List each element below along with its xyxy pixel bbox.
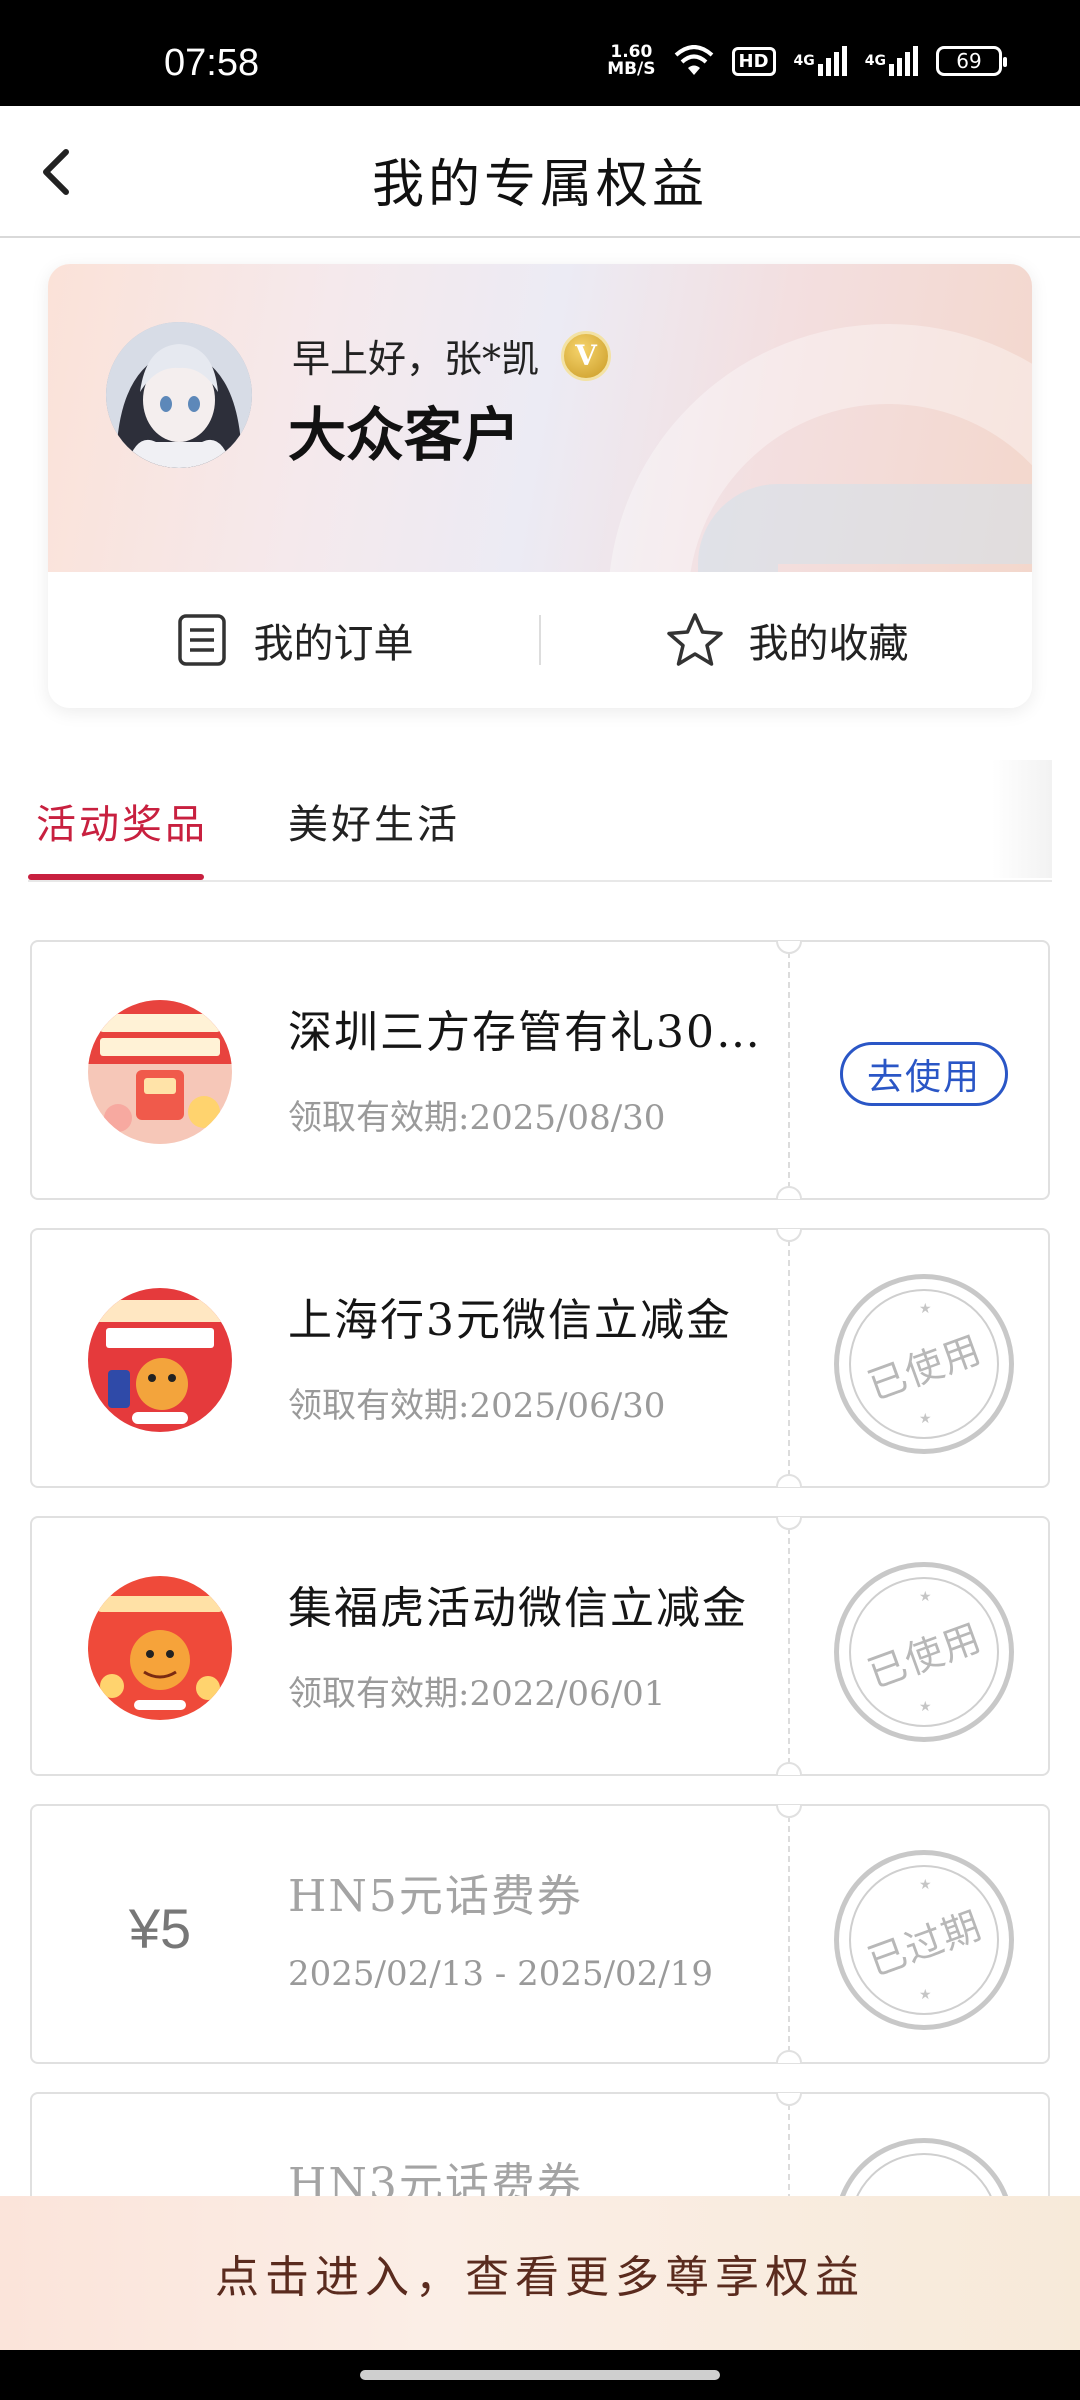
expired-stamp: ★ ★ 已过期 xyxy=(834,1850,1014,2030)
star-icon: ★ xyxy=(919,1301,932,1317)
customer-level: 大众客户 xyxy=(288,401,521,469)
perforation xyxy=(788,1230,790,1486)
network-type-2: 4G xyxy=(864,53,886,69)
coupon-valid-date: 领取有效期:2022/06/01 xyxy=(288,1674,666,1714)
use-coupon-button[interactable]: 去使用 xyxy=(840,1042,1008,1106)
tabs-divider xyxy=(28,880,1052,882)
decor-arc xyxy=(698,484,1032,572)
perforation xyxy=(788,1518,790,1774)
avatar[interactable] xyxy=(106,322,252,468)
signal-icon-1: 4G xyxy=(794,45,847,77)
coupon-amount: ¥5 xyxy=(128,1897,192,1960)
greeting-text: 早上好，张*凯 xyxy=(292,337,540,381)
coupon-valid-date: 领取有效期:2025/08/30 xyxy=(288,1098,666,1138)
notch xyxy=(776,1186,802,1199)
coupon-name: HN5元话费券 xyxy=(288,1871,583,1922)
network-speed: 1.60 MB/S xyxy=(607,44,655,78)
notch xyxy=(776,941,802,954)
order-list-icon xyxy=(177,614,226,666)
my-favorites-label: 我的收藏 xyxy=(748,621,909,667)
notch xyxy=(776,2050,802,2063)
perforation xyxy=(788,942,790,1198)
notch xyxy=(776,2093,802,2106)
signal-icon-2: 4G xyxy=(865,45,918,77)
used-stamp-text: 已使用 xyxy=(862,1614,988,1696)
used-stamp: ★ ★ 已使用 xyxy=(834,1562,1014,1742)
coupon-thumbnail xyxy=(88,1576,232,1720)
coupon-card[interactable]: 集福虎活动微信立减金 领取有效期:2022/06/01 ★ ★ 已使用 xyxy=(30,1516,1050,1776)
vip-badge-icon: V xyxy=(561,330,612,381)
stamp-ring: ★ ★ 已使用 xyxy=(849,1289,999,1439)
hd-icon: HD xyxy=(731,46,776,76)
coupon-valid-date: 2025/02/13 - 2025/02/19 xyxy=(288,1954,714,1994)
star-icon: ★ xyxy=(919,1411,932,1427)
star-icon: ★ xyxy=(919,1699,932,1715)
star-icon: ★ xyxy=(919,1987,932,2003)
wifi-icon xyxy=(674,45,714,77)
app-header: 我的专属权益 xyxy=(0,106,1080,238)
coupon-valid-date: 领取有效期:2025/06/30 xyxy=(288,1386,666,1426)
star-icon: ★ xyxy=(919,1877,932,1893)
more-benefits-text: 点击进入，查看更多尊享权益 xyxy=(215,2252,865,2303)
status-time: 07:58 xyxy=(164,42,260,84)
tab-good-life[interactable]: 美好生活 xyxy=(288,792,460,850)
tabs-scroll-fade xyxy=(992,760,1052,878)
notch xyxy=(776,1229,802,1242)
profile-banner: 早上好，张*凯 V 大众客户 xyxy=(48,264,1032,572)
used-stamp: ★ ★ 已使用 xyxy=(834,1274,1014,1454)
notch xyxy=(776,1805,802,1818)
coupon-card[interactable]: 深圳三方存管有礼30元微信立减金 领取有效期:2025/08/30 去使用 xyxy=(30,940,1050,1200)
status-icons: 1.60 MB/S HD 4G 4G 69 xyxy=(607,44,1007,78)
greeting-row: 早上好，张*凯 V xyxy=(292,328,612,383)
coupon-card[interactable]: ¥5 HN5元话费券 2025/02/13 - 2025/02/19 ★ ★ 已… xyxy=(30,1804,1050,2064)
perforation xyxy=(788,1806,790,2062)
my-favorites-button[interactable]: 我的收藏 xyxy=(541,611,1032,669)
network-speed-unit: MB/S xyxy=(607,59,656,79)
coupon-thumbnail xyxy=(88,1000,232,1144)
battery-icon: 69 xyxy=(936,46,1007,76)
coupon-name: 集福虎活动微信立减金 xyxy=(288,1583,748,1634)
more-benefits-banner[interactable]: 点击进入，查看更多尊享权益 xyxy=(0,2196,1080,2350)
category-tabs: 活动奖品 美好生活 xyxy=(0,760,1080,882)
coupon-name: 深圳三方存管有礼30元微信立减金 xyxy=(288,1007,768,1058)
profile-card: 早上好，张*凯 V 大众客户 我的订单 我的收藏 xyxy=(48,264,1032,708)
star-icon xyxy=(666,613,723,666)
system-nav-bar xyxy=(0,2350,1080,2400)
home-indicator[interactable] xyxy=(360,2370,720,2380)
status-bar: 07:58 1.60 MB/S HD 4G 4G 69 xyxy=(0,0,1080,106)
stamp-ring: ★ ★ 已使用 xyxy=(849,1577,999,1727)
used-stamp-text: 已使用 xyxy=(862,1326,988,1408)
notch xyxy=(776,1517,802,1530)
tab-activity-prizes[interactable]: 活动奖品 xyxy=(36,792,208,850)
notch xyxy=(776,1762,802,1775)
page-title: 我的专属权益 xyxy=(371,155,708,215)
network-type-1: 4G xyxy=(793,53,815,69)
coupon-card[interactable]: 上海行3元微信立减金 领取有效期:2025/06/30 ★ ★ 已使用 xyxy=(30,1228,1050,1488)
profile-actions: 我的订单 我的收藏 xyxy=(48,572,1032,708)
star-icon: ★ xyxy=(919,1589,932,1605)
notch xyxy=(776,1474,802,1487)
expired-stamp-text: 已过期 xyxy=(862,1902,988,1984)
stamp-ring: ★ ★ 已过期 xyxy=(849,1865,999,2015)
coupon-name: 上海行3元微信立减金 xyxy=(288,1295,732,1346)
my-orders-button[interactable]: 我的订单 xyxy=(48,611,539,669)
coupon-thumbnail xyxy=(88,1288,232,1432)
my-orders-label: 我的订单 xyxy=(253,621,414,667)
